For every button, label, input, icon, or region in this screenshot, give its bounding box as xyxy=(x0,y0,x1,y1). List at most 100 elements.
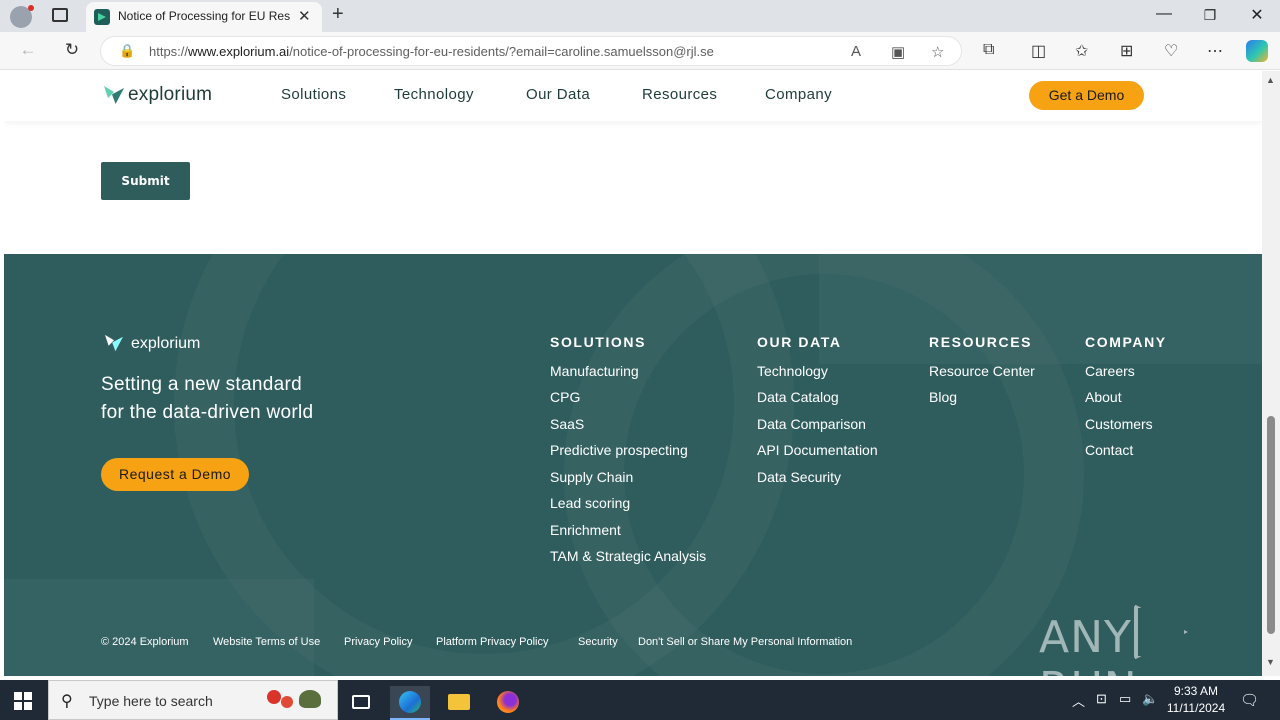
footer-link[interactable]: Supply Chain xyxy=(550,469,633,485)
footer-link[interactable]: SaaS xyxy=(550,416,584,432)
lock-icon: 🔒 xyxy=(119,43,136,58)
firefox-icon[interactable] xyxy=(488,686,528,720)
footer-tagline: Setting a new standard for the data-driv… xyxy=(101,371,401,427)
collections-icon[interactable]: ⊞ xyxy=(1120,41,1133,61)
site-logo-text[interactable]: explorium xyxy=(128,84,212,106)
nav-resources[interactable]: Resources xyxy=(642,86,717,103)
nav-our-data[interactable]: Our Data xyxy=(526,86,590,103)
browser-tab-bar: Notice of Processing for EU Resid ✕ + — … xyxy=(0,0,1280,32)
scrollbar-thumb[interactable] xyxy=(1267,416,1275,634)
tab-actions-icon[interactable] xyxy=(52,8,68,22)
windows-start-icon[interactable] xyxy=(14,692,32,710)
request-demo-button[interactable]: Request a Demo xyxy=(101,458,249,491)
page-scrollbar[interactable]: ▲ ▼ xyxy=(1262,71,1280,676)
footer-link[interactable]: Customers xyxy=(1085,416,1153,432)
nav-company[interactable]: Company xyxy=(765,86,832,103)
browser-essentials-icon[interactable]: ♡ xyxy=(1164,41,1178,61)
footer-heading-solutions: SOLUTIONS xyxy=(550,334,647,350)
network-icon[interactable]: ▭ xyxy=(1119,691,1131,707)
footer-link[interactable]: CPG xyxy=(550,389,580,405)
footer-link[interactable]: Data Comparison xyxy=(757,416,866,432)
tab-close-icon[interactable]: ✕ xyxy=(298,7,311,25)
poppy-icon[interactable] xyxy=(265,686,327,716)
split-screen-icon[interactable]: ◫ xyxy=(1031,41,1046,61)
task-view-icon[interactable] xyxy=(342,686,382,720)
site-footer: explorium Setting a new standard for the… xyxy=(4,254,1262,676)
url-text: https://www.explorium.ai/notice-of-proce… xyxy=(149,44,714,59)
favorites-icon[interactable]: ✩ xyxy=(1075,41,1088,61)
browser-tab-active[interactable]: Notice of Processing for EU Resid ✕ xyxy=(86,2,322,32)
submit-button[interactable]: Submit xyxy=(101,162,190,200)
watermark-text: RUN xyxy=(1039,663,1138,676)
taskbar-search-box[interactable]: ⚲ Type here to search xyxy=(48,680,338,720)
notification-dot-icon xyxy=(28,5,34,11)
nav-technology[interactable]: Technology xyxy=(394,86,474,103)
new-tab-icon[interactable]: + xyxy=(332,3,344,26)
legal-link[interactable]: Platform Privacy Policy xyxy=(436,636,548,648)
tagline-line: for the data-driven world xyxy=(101,402,314,423)
footer-link[interactable]: Lead scoring xyxy=(550,495,630,511)
taskbar-clock[interactable]: 9:33 AM 11/11/2024 xyxy=(1160,683,1232,717)
minimize-icon[interactable]: — xyxy=(1141,5,1187,23)
footer-link[interactable]: Data Security xyxy=(757,469,841,485)
clock-time: 9:33 AM xyxy=(1173,684,1219,698)
edge-taskbar-icon[interactable] xyxy=(390,686,430,720)
footer-link[interactable]: Manufacturing xyxy=(550,363,639,379)
restore-icon[interactable]: ❐ xyxy=(1187,7,1233,24)
scroll-down-icon[interactable]: ▼ xyxy=(1266,657,1275,667)
more-menu-icon[interactable]: ⋯ xyxy=(1207,41,1223,61)
footer-link[interactable]: Data Catalog xyxy=(757,389,839,405)
clock-date: 11/11/2024 xyxy=(1166,701,1226,715)
footer-link[interactable]: Enrichment xyxy=(550,522,621,538)
footer-link[interactable]: API Documentation xyxy=(757,442,878,458)
favorite-star-icon[interactable]: ☆ xyxy=(931,43,944,61)
footer-logo-text[interactable]: explorium xyxy=(131,335,200,353)
browser-address-bar: ← ↻ 🔒 https://www.explorium.ai/notice-of… xyxy=(0,32,1280,70)
play-icon xyxy=(1133,604,1188,660)
tab-title: Notice of Processing for EU Resid xyxy=(118,9,290,23)
anyrun-watermark: ANYRUN xyxy=(1039,604,1262,676)
watermark-text: ANY xyxy=(1039,612,1132,663)
nav-solutions[interactable]: Solutions xyxy=(281,86,346,103)
footer-link[interactable]: Careers xyxy=(1085,363,1135,379)
url-field[interactable]: 🔒 https://www.explorium.ai/notice-of-pro… xyxy=(100,36,962,66)
site-header: explorium Solutions Technology Our Data … xyxy=(4,71,1262,121)
legal-link[interactable]: Privacy Policy xyxy=(344,636,412,648)
footer-logo-icon xyxy=(105,335,123,351)
footer-decoration xyxy=(4,579,314,676)
scroll-up-icon[interactable]: ▲ xyxy=(1266,75,1275,85)
windows-taskbar: ⚲ Type here to search ︿ ⊡ ▭ 🔈 9:33 AM 11… xyxy=(0,680,1280,720)
window-close-icon[interactable]: ✕ xyxy=(1234,5,1280,25)
footer-link[interactable]: Technology xyxy=(757,363,828,379)
back-arrow-icon[interactable]: ← xyxy=(16,40,40,60)
explorium-favicon-icon xyxy=(94,9,110,25)
read-aloud-icon[interactable]: A xyxy=(851,43,861,60)
footer-link[interactable]: Predictive prospecting xyxy=(550,442,688,458)
explorium-logo-icon[interactable] xyxy=(104,86,124,104)
notifications-icon[interactable]: 🗨 xyxy=(1240,691,1259,709)
meet-now-icon[interactable]: ⊡ xyxy=(1096,691,1107,707)
file-explorer-icon[interactable] xyxy=(439,686,479,720)
footer-link[interactable]: Contact xyxy=(1085,442,1133,458)
web-page: explorium Solutions Technology Our Data … xyxy=(4,71,1262,676)
footer-link[interactable]: TAM & Strategic Analysis xyxy=(550,548,706,564)
footer-heading-company: COMPANY xyxy=(1085,334,1167,350)
legal-link[interactable]: Security xyxy=(578,636,618,648)
footer-link[interactable]: About xyxy=(1085,389,1122,405)
legal-link[interactable]: Don't Sell or Share My Personal Informat… xyxy=(638,636,852,648)
legal-link[interactable]: Website Terms of Use xyxy=(213,636,320,648)
footer-link[interactable]: Blog xyxy=(929,389,957,405)
refresh-icon[interactable]: ↻ xyxy=(60,40,84,60)
copyright-text: © 2024 Explorium xyxy=(101,636,189,648)
footer-link[interactable]: Resource Center xyxy=(929,363,1035,379)
copilot-icon[interactable] xyxy=(1246,40,1268,62)
immersive-reader-icon[interactable]: ▣ xyxy=(891,43,905,61)
extensions-icon[interactable]: ⧉ xyxy=(983,41,994,59)
taskbar-search-placeholder: Type here to search xyxy=(89,693,213,709)
tagline-line: Setting a new standard xyxy=(101,374,302,395)
get-demo-button[interactable]: Get a Demo xyxy=(1029,81,1144,110)
tray-chevron-icon[interactable]: ︿ xyxy=(1072,691,1085,710)
footer-heading-our-data: OUR DATA xyxy=(757,334,842,350)
search-icon: ⚲ xyxy=(61,693,73,710)
volume-icon[interactable]: 🔈 xyxy=(1142,691,1158,707)
